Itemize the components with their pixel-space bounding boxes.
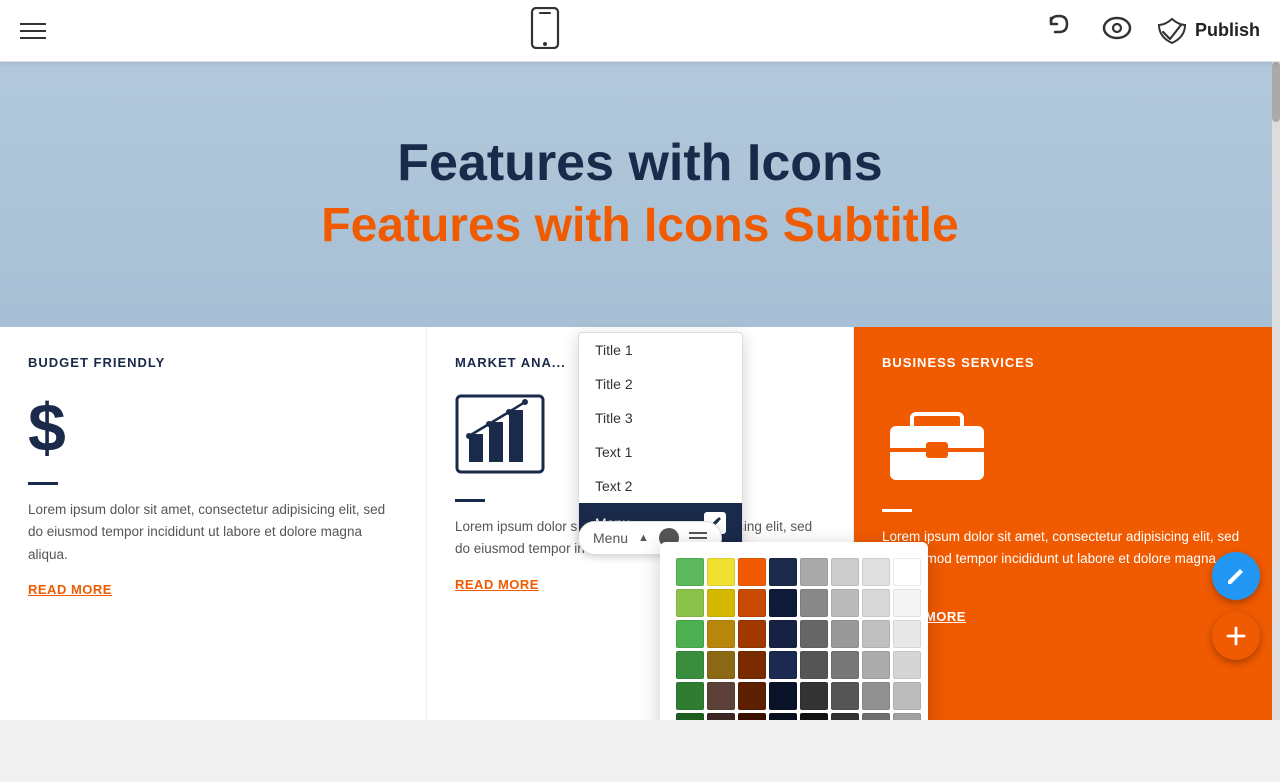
scrollbar-thumb[interactable] — [1272, 62, 1280, 122]
color-swatch[interactable] — [769, 558, 797, 586]
color-swatch[interactable] — [831, 713, 859, 720]
color-swatch[interactable] — [893, 558, 921, 586]
color-swatch[interactable] — [707, 713, 735, 720]
preview-icon[interactable] — [1101, 12, 1133, 49]
color-swatch[interactable] — [769, 713, 797, 720]
budget-card-title: BUDGET FRIENDLY — [28, 355, 398, 370]
color-swatch[interactable] — [676, 651, 704, 679]
color-swatch[interactable] — [831, 558, 859, 586]
budget-read-more[interactable]: READ MORE — [28, 582, 112, 597]
color-swatch[interactable] — [769, 651, 797, 679]
menu-bar-label: Menu — [593, 530, 628, 546]
dropdown-item-title1[interactable]: Title 1 — [579, 333, 742, 367]
color-swatch[interactable] — [738, 620, 766, 648]
toolbar-right: Publish — [1045, 12, 1260, 49]
color-swatch[interactable] — [831, 651, 859, 679]
dropdown-item-text1[interactable]: Text 1 — [579, 435, 742, 469]
publish-button[interactable]: Publish — [1157, 17, 1260, 45]
toolbar-left — [20, 23, 46, 39]
toolbar-center — [529, 7, 561, 54]
briefcase-icon — [882, 394, 1252, 489]
color-picker-popup: More > — [660, 542, 928, 720]
color-swatch[interactable] — [769, 682, 797, 710]
color-swatch[interactable] — [800, 713, 828, 720]
color-swatch[interactable] — [862, 651, 890, 679]
color-swatch[interactable] — [707, 682, 735, 710]
phone-icon[interactable] — [529, 7, 561, 54]
fab-pencil-button[interactable] — [1212, 552, 1260, 600]
color-swatch[interactable] — [738, 558, 766, 586]
fab-plus-button[interactable] — [1212, 612, 1260, 660]
market-read-more[interactable]: READ MORE — [455, 577, 539, 592]
menu-bar-caret: ▲ — [638, 532, 649, 544]
color-swatch[interactable] — [893, 589, 921, 617]
hero-subtitle: Features with Icons Subtitle — [321, 195, 958, 257]
color-swatch[interactable] — [862, 558, 890, 586]
color-swatch[interactable] — [676, 682, 704, 710]
color-swatch[interactable] — [707, 620, 735, 648]
dropdown-popup: Title 1 Title 2 Title 3 Text 1 Text 2 Me… — [578, 332, 743, 544]
color-swatch[interactable] — [738, 713, 766, 720]
business-card-text: Lorem ipsum dolor sit amet, consectetur … — [882, 526, 1252, 593]
color-swatch[interactable] — [707, 558, 735, 586]
color-swatch[interactable] — [800, 620, 828, 648]
color-swatch[interactable] — [676, 620, 704, 648]
color-swatch[interactable] — [769, 620, 797, 648]
color-swatch[interactable] — [800, 558, 828, 586]
dropdown-item-title2[interactable]: Title 2 — [579, 367, 742, 401]
budget-card-text: Lorem ipsum dolor sit amet, consectetur … — [28, 499, 398, 566]
scrollbar-track[interactable] — [1272, 62, 1280, 720]
undo-icon[interactable] — [1045, 12, 1077, 49]
color-swatch[interactable] — [893, 713, 921, 720]
budget-card: BUDGET FRIENDLY $ Lorem ipsum dolor sit … — [0, 327, 426, 720]
divider — [882, 509, 912, 512]
color-swatch[interactable] — [893, 651, 921, 679]
color-swatch[interactable] — [707, 589, 735, 617]
color-swatch[interactable] — [676, 713, 704, 720]
hero-section: Features with Icons Features with Icons … — [0, 62, 1280, 327]
color-swatch[interactable] — [862, 589, 890, 617]
color-swatch[interactable] — [831, 589, 859, 617]
color-swatch[interactable] — [862, 682, 890, 710]
dropdown-item-title3[interactable]: Title 3 — [579, 401, 742, 435]
color-swatch[interactable] — [738, 682, 766, 710]
color-swatch[interactable] — [676, 589, 704, 617]
color-swatch[interactable] — [862, 713, 890, 720]
color-grid — [676, 558, 912, 720]
color-swatch[interactable] — [862, 620, 890, 648]
color-swatch[interactable] — [738, 651, 766, 679]
divider — [28, 482, 58, 485]
color-swatch[interactable] — [831, 682, 859, 710]
color-swatch[interactable] — [769, 589, 797, 617]
hamburger-icon[interactable] — [20, 23, 46, 39]
hero-title: Features with Icons — [397, 132, 882, 194]
color-swatch[interactable] — [893, 682, 921, 710]
color-swatch[interactable] — [800, 682, 828, 710]
color-swatch[interactable] — [893, 620, 921, 648]
divider — [455, 499, 485, 502]
toolbar: Publish — [0, 0, 1280, 62]
color-swatch[interactable] — [738, 589, 766, 617]
color-swatch[interactable] — [831, 620, 859, 648]
color-swatch[interactable] — [800, 651, 828, 679]
dropdown-item-text2[interactable]: Text 2 — [579, 469, 742, 503]
color-swatch[interactable] — [707, 651, 735, 679]
business-card-title: BUSINESS SERVICES — [882, 355, 1252, 370]
main-content: Features with Icons Features with Icons … — [0, 62, 1280, 720]
dollar-icon: $ — [28, 394, 398, 462]
color-swatch[interactable] — [676, 558, 704, 586]
color-swatch[interactable] — [800, 589, 828, 617]
